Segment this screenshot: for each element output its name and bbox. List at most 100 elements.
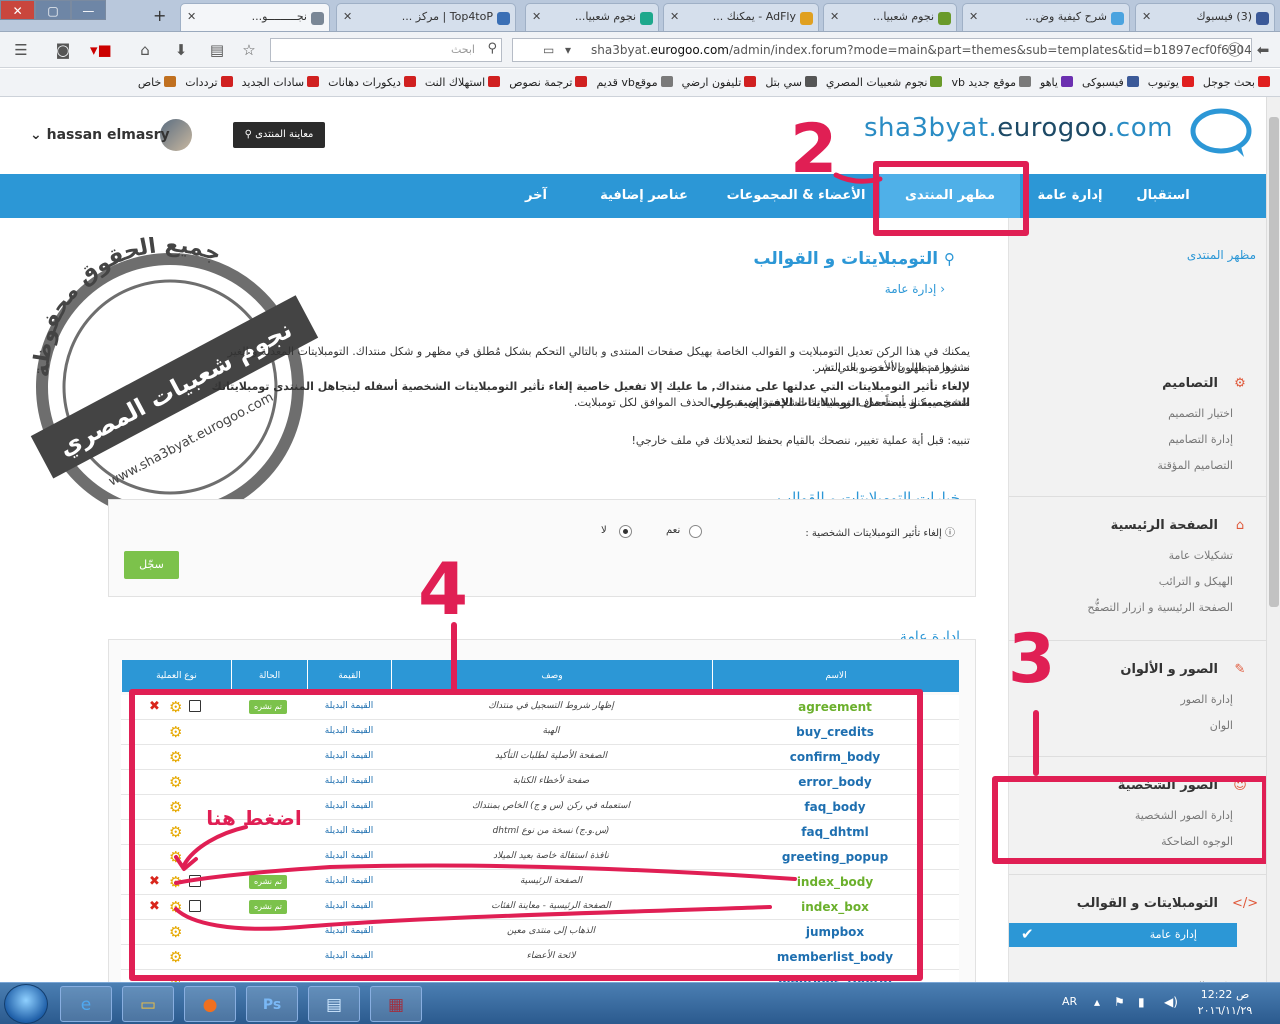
table-row[interactable]: index_box الصفحة الرئيسية - معاينة الفئات… xyxy=(121,895,959,920)
browser-tab[interactable]: AdFly - يمكنك ... ✕ xyxy=(663,3,819,31)
edit-gear-icon[interactable]: ⚙ xyxy=(169,973,182,982)
sidebar-link[interactable]: الصفحة الرئيسية و ازرار التصفُّح xyxy=(1087,601,1233,614)
option-yes-radio[interactable] xyxy=(689,525,702,538)
tray-arrow-icon[interactable]: ▴ xyxy=(1094,995,1100,1009)
main-nav-item[interactable]: الأعضاء & المجموعات xyxy=(712,174,880,218)
template-name-link[interactable]: memberlist_body xyxy=(712,950,958,964)
template-name-link[interactable]: agreement xyxy=(712,700,958,714)
bookmark-item[interactable]: تليفون ارضي xyxy=(682,76,757,89)
home-icon[interactable]: ⌂ xyxy=(136,41,154,59)
option-no-radio[interactable] xyxy=(619,525,632,538)
table-row[interactable]: agreement إظهار شروط التسجيل في منتداك الق… xyxy=(121,695,959,720)
bookmark-item[interactable]: موقع جديد vb xyxy=(951,76,1032,89)
bookmark-item[interactable]: موقعvb قديم xyxy=(596,76,673,89)
table-row[interactable]: error_body صفحة لأخطاء الكتابة القيمة البد… xyxy=(121,770,959,795)
table-row[interactable]: greeting_popup نافذة استقالة خاصة بعيد ال… xyxy=(121,845,959,870)
save-button[interactable]: سجّل xyxy=(124,551,179,579)
back-icon[interactable]: ⬅ xyxy=(1254,41,1272,59)
template-name-link[interactable]: greeting_popup xyxy=(712,850,958,864)
bookmark-item[interactable]: ديكورات دهانات xyxy=(328,76,416,89)
breadcrumb[interactable]: ‹ إدارة عامة xyxy=(760,282,945,296)
close-tab-icon[interactable]: ✕ xyxy=(187,10,196,23)
table-row[interactable]: index_body الصفحة الرئيسية القيمة البديلة ت… xyxy=(121,870,959,895)
edit-gear-icon[interactable]: ⚙ xyxy=(169,798,182,816)
close-tab-icon[interactable]: ✕ xyxy=(532,10,541,23)
flash-icon[interactable]: ▾■ xyxy=(90,41,112,59)
sidebar-section-title[interactable]: الصور و الألوان xyxy=(1120,662,1218,677)
browser-tab[interactable]: نجـــــــــو... ✕ xyxy=(180,3,330,31)
sidebar-section-title[interactable]: الصفحة الرئيسية xyxy=(1111,518,1218,533)
page-scrollbar[interactable] xyxy=(1266,97,1280,982)
search-input[interactable]: ابحث ⚲ xyxy=(270,38,502,62)
ie-icon[interactable]: e xyxy=(60,986,112,1022)
close-tab-icon[interactable]: ✕ xyxy=(830,10,839,23)
delete-icon[interactable]: ✖ xyxy=(149,899,160,914)
edit-gear-icon[interactable]: ⚙ xyxy=(169,698,182,716)
edit-gear-icon[interactable]: ⚙ xyxy=(169,748,182,766)
notepad-icon[interactable]: ▤ xyxy=(308,986,360,1022)
scrollbar-thumb[interactable] xyxy=(1269,117,1279,607)
sidebar-section-title[interactable]: الصور الشخصية xyxy=(1118,778,1218,793)
language-indicator[interactable]: AR xyxy=(1062,995,1077,1008)
template-name-link[interactable]: mentions_tooltip xyxy=(712,975,958,982)
explorer-icon[interactable]: ▭ xyxy=(122,986,174,1022)
publish-disk-icon[interactable] xyxy=(189,875,201,887)
bookmark-item[interactable]: بحث جوجل xyxy=(1203,76,1270,89)
start-button[interactable] xyxy=(4,984,48,1024)
edit-gear-icon[interactable]: ⚙ xyxy=(169,848,182,866)
main-nav-item[interactable]: إدارة عامة xyxy=(1020,174,1120,218)
main-nav-item[interactable]: عناصر إضافية xyxy=(576,174,712,218)
table-row[interactable]: confirm_body الصفحة الأصلية لطلبات التأكي… xyxy=(121,745,959,770)
delete-icon[interactable]: ✖ xyxy=(149,874,160,889)
browser-tab[interactable]: شرح كيفية وض... ✕ xyxy=(962,3,1130,31)
bookmark-item[interactable]: سادات الجديد xyxy=(242,76,320,89)
template-name-link[interactable]: jumpbox xyxy=(712,925,958,939)
bookmark-item[interactable]: يوتيوب xyxy=(1148,76,1194,89)
close-tab-icon[interactable]: ✕ xyxy=(1142,10,1151,23)
winrar-icon[interactable]: ▦ xyxy=(370,986,422,1022)
publish-disk-icon[interactable] xyxy=(189,900,201,912)
table-row[interactable]: buy_credits الهبة القيمة البديلة ⚙ xyxy=(121,720,959,745)
table-row[interactable]: jumpbox الذهاب إلى منتدى معين القيمة البدي… xyxy=(121,920,959,945)
main-nav-item[interactable]: آخر xyxy=(500,174,572,218)
template-name-link[interactable]: faq_dhtml xyxy=(712,825,958,839)
sidebar-link[interactable]: التصاميم المؤقتة xyxy=(1157,459,1233,472)
url-bar[interactable]: ▭ ▾ sha3byat.eurogoo.com/admin/index.for… xyxy=(512,38,1252,62)
edit-gear-icon[interactable]: ⚙ xyxy=(169,898,182,916)
edit-gear-icon[interactable]: ⚙ xyxy=(169,773,182,791)
bookmark-item[interactable]: نجوم شعبيات المصري xyxy=(826,76,943,89)
template-name-link[interactable]: faq_body xyxy=(712,800,958,814)
sidebar-link[interactable]: الوان xyxy=(1210,719,1233,732)
sidebar-link[interactable]: الوجوه الضاحكة xyxy=(1161,835,1233,848)
new-tab-button[interactable]: + xyxy=(153,6,166,25)
bookmark-item[interactable]: ياهو xyxy=(1040,76,1073,89)
window-maximize-button[interactable]: ▢ xyxy=(35,0,71,20)
system-clock[interactable]: 12:22 ص ٢٠١٦/١١/٢٩ xyxy=(1190,987,1260,1019)
sidebar-link[interactable]: تشكيلات عامة xyxy=(1169,549,1233,562)
browser-tab[interactable]: نجوم شعبيا... ✕ xyxy=(525,3,659,31)
flag-icon[interactable]: ⚑ xyxy=(1114,995,1125,1009)
bookmark-item[interactable]: سي بتل xyxy=(765,76,817,89)
download-icon[interactable]: ⬇ xyxy=(172,41,190,59)
sidebar-link[interactable]: اختيار التصميم xyxy=(1168,407,1233,420)
user-menu[interactable]: ⌄ hassan elmasry xyxy=(30,127,170,143)
bookmark-item[interactable]: خاص xyxy=(138,76,177,89)
info-icon[interactable]: ⓘ xyxy=(1226,41,1244,59)
delete-icon[interactable]: ✖ xyxy=(149,699,160,714)
edit-gear-icon[interactable]: ⚙ xyxy=(169,723,182,741)
table-row[interactable]: mentions_tooltip ⚙ xyxy=(121,970,959,982)
main-nav-item[interactable]: مظهر المنتدى xyxy=(880,174,1020,218)
window-close-button[interactable]: ✕ xyxy=(0,0,36,20)
pocket-icon[interactable]: ◙ xyxy=(54,41,72,59)
close-tab-icon[interactable]: ✕ xyxy=(670,10,679,23)
table-row[interactable]: faq_dhtml (س.و.ج) نسخة من نوع dhtml القيمة… xyxy=(121,820,959,845)
close-tab-icon[interactable]: ✕ xyxy=(969,10,978,23)
sidebar-item-general-active[interactable]: ✔ إدارة عامة xyxy=(1009,923,1237,947)
table-row[interactable]: faq_body استعمله في ركن (س و ج) الخاص بمن… xyxy=(121,795,959,820)
sidebar-link[interactable]: إدارة الصور الشخصية xyxy=(1135,809,1233,822)
bookmark-star-icon[interactable]: ☆ xyxy=(240,41,258,59)
browser-tab[interactable]: نجوم شعبيا... ✕ xyxy=(823,3,957,31)
bookmark-item[interactable]: استهلاك النت xyxy=(425,76,501,89)
edit-gear-icon[interactable]: ⚙ xyxy=(169,923,182,941)
sidebar-section-title[interactable]: التومبلايتات و القوالب xyxy=(1077,896,1218,911)
